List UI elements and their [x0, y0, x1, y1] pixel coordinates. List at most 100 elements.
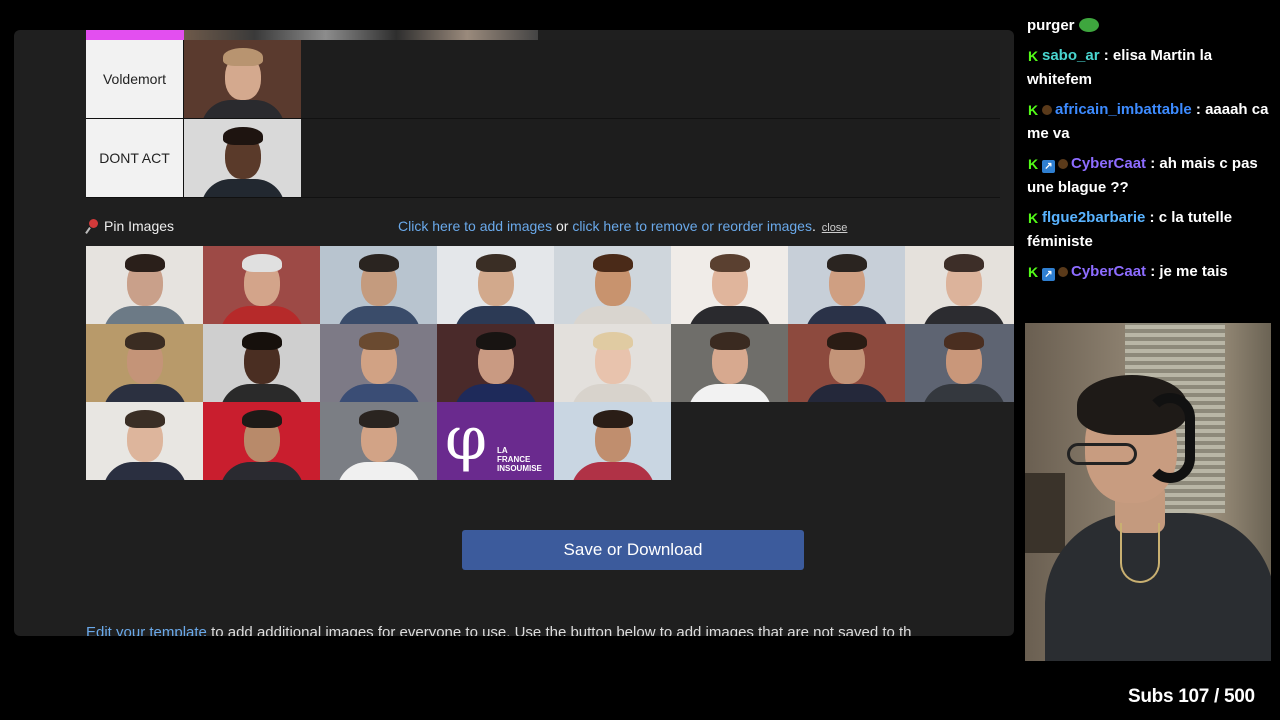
- subscriber-badge-icon: ↗: [1042, 268, 1055, 281]
- portrait-hair: [592, 254, 633, 272]
- add-images-link[interactable]: Click here to add images: [398, 218, 552, 234]
- portrait-shoulders: [102, 462, 187, 480]
- pool-image[interactable]: [788, 324, 905, 402]
- pin-images-title: Pin Images: [86, 218, 174, 234]
- glasses: [1067, 443, 1137, 465]
- headset-icon: [1145, 393, 1195, 483]
- chat-username[interactable]: CyberCaat: [1071, 155, 1146, 172]
- portrait-shoulders: [336, 462, 421, 480]
- portrait-shoulders: [804, 384, 889, 402]
- portrait-shoulders: [102, 306, 187, 324]
- portrait-hair: [475, 332, 516, 350]
- pool-image[interactable]: [554, 324, 671, 402]
- lfi-logo-line1: LA: [497, 446, 508, 455]
- fly-badge-icon: [1058, 267, 1068, 277]
- save-or-download-button[interactable]: Save or Download: [462, 530, 804, 570]
- subs-counter: Subs 107 / 500: [1128, 686, 1255, 707]
- tier-image[interactable]: [184, 40, 301, 118]
- pool-image[interactable]: [86, 402, 203, 480]
- pool-image[interactable]: [905, 324, 1014, 402]
- lfi-logo-text: LA FRANCE INSOUMISE: [497, 446, 553, 473]
- footer-text: to add additional images for everyone to…: [206, 624, 912, 636]
- portrait-hair: [826, 332, 867, 350]
- portrait-hair: [241, 332, 282, 350]
- phi-symbol-icon: φ: [445, 404, 488, 474]
- chat-username[interactable]: sabo_ar: [1042, 47, 1100, 64]
- chat-message: K ↗ CyberCaat : je me tais: [1027, 260, 1280, 284]
- pool-image[interactable]: [203, 402, 320, 480]
- portrait-hair: [709, 254, 750, 272]
- portrait-hair: [222, 127, 263, 145]
- tier-items: [184, 40, 1000, 118]
- tier-list-page: Voldemort DONT ACT Pin Images Click here …: [14, 30, 1014, 636]
- chat-username[interactable]: CyberCaat: [1071, 263, 1146, 280]
- chat-panel: purger Ksabo_ar : elisa Martin la whitefe…: [1027, 17, 1280, 320]
- pool-image[interactable]: [320, 402, 437, 480]
- portrait-hair: [709, 332, 750, 350]
- close-link[interactable]: close: [822, 222, 848, 234]
- chat-separator: :: [1145, 209, 1159, 226]
- necklace: [1120, 523, 1160, 583]
- chat-message: Kflgue2barbarie : c la tutelle féministe: [1027, 206, 1280, 254]
- pool-image[interactable]: [437, 246, 554, 324]
- chat-username[interactable]: africain_imbattable: [1055, 101, 1192, 118]
- chat-separator: :: [1191, 101, 1206, 118]
- kick-badge-icon: K: [1027, 156, 1039, 172]
- portrait-shoulders: [200, 100, 285, 118]
- lfi-logo-line2: FRANCE: [497, 455, 531, 464]
- pool-image[interactable]: [320, 324, 437, 402]
- portrait-hair: [943, 254, 984, 272]
- kick-badge-icon: K: [1027, 264, 1039, 280]
- portrait-shoulders: [687, 306, 772, 324]
- lfi-logo-line3: INSOUMISE: [497, 464, 542, 473]
- lfi-logo-image[interactable]: φ LA FRANCE INSOUMISE: [437, 402, 554, 480]
- portrait-shoulders: [219, 384, 304, 402]
- portrait-hair: [358, 332, 399, 350]
- chat-message: Kafricain_imbattable : aaaah ca me va: [1027, 98, 1280, 146]
- footer-note: Edit your template to add additional ima…: [86, 624, 912, 636]
- pin-images-label: Pin Images: [104, 218, 175, 234]
- pool-image[interactable]: [320, 246, 437, 324]
- tier-row-partial: [86, 30, 538, 40]
- webcam-feed: [1025, 323, 1271, 661]
- pin-images-bar: Pin Images Click here to add images or c…: [86, 216, 1000, 236]
- chat-message: Ksabo_ar : elisa Martin la whitefem: [1027, 44, 1280, 92]
- pool-image[interactable]: [86, 246, 203, 324]
- pool-image[interactable]: [554, 246, 671, 324]
- tier-row: Voldemort: [86, 40, 1000, 119]
- portrait-hair: [124, 410, 165, 428]
- tier-label[interactable]: Voldemort: [86, 40, 184, 118]
- portrait-hair: [826, 254, 867, 272]
- portrait-shoulders: [453, 384, 538, 402]
- portrait-hair: [358, 254, 399, 272]
- pool-image[interactable]: [203, 324, 320, 402]
- tier-label[interactable]: DONT ACT: [86, 119, 184, 197]
- pool-image[interactable]: [905, 246, 1014, 324]
- edit-template-link[interactable]: Edit your template: [86, 624, 207, 636]
- portrait-shoulders: [687, 384, 772, 402]
- image-pool: φ LA FRANCE INSOUMISE: [86, 246, 1014, 481]
- chat-separator: :: [1146, 155, 1160, 172]
- portrait-hair: [124, 254, 165, 272]
- pool-image[interactable]: [671, 246, 788, 324]
- portrait-shoulders: [200, 179, 285, 197]
- chat-text: purger: [1027, 17, 1075, 34]
- chat-username[interactable]: flgue2barbarie: [1042, 209, 1145, 226]
- pool-image[interactable]: [788, 246, 905, 324]
- tier-items: [184, 119, 1000, 197]
- subscriber-badge-icon: ↗: [1042, 160, 1055, 173]
- pool-image[interactable]: [86, 324, 203, 402]
- pool-image[interactable]: [203, 246, 320, 324]
- portrait-shoulders: [336, 384, 421, 402]
- remove-reorder-link[interactable]: click here to remove or reorder images: [572, 218, 812, 234]
- fly-badge-icon: [1042, 105, 1052, 115]
- tier-image[interactable]: [184, 119, 301, 197]
- portrait-shoulders: [804, 306, 889, 324]
- pool-image[interactable]: [554, 402, 671, 480]
- portrait-hair: [592, 332, 633, 350]
- pin-links: Click here to add images or click here t…: [398, 218, 847, 234]
- pool-image[interactable]: [437, 324, 554, 402]
- chat-text: je me tais: [1159, 263, 1228, 280]
- tier-images-partial: [184, 30, 538, 40]
- pool-image[interactable]: [671, 324, 788, 402]
